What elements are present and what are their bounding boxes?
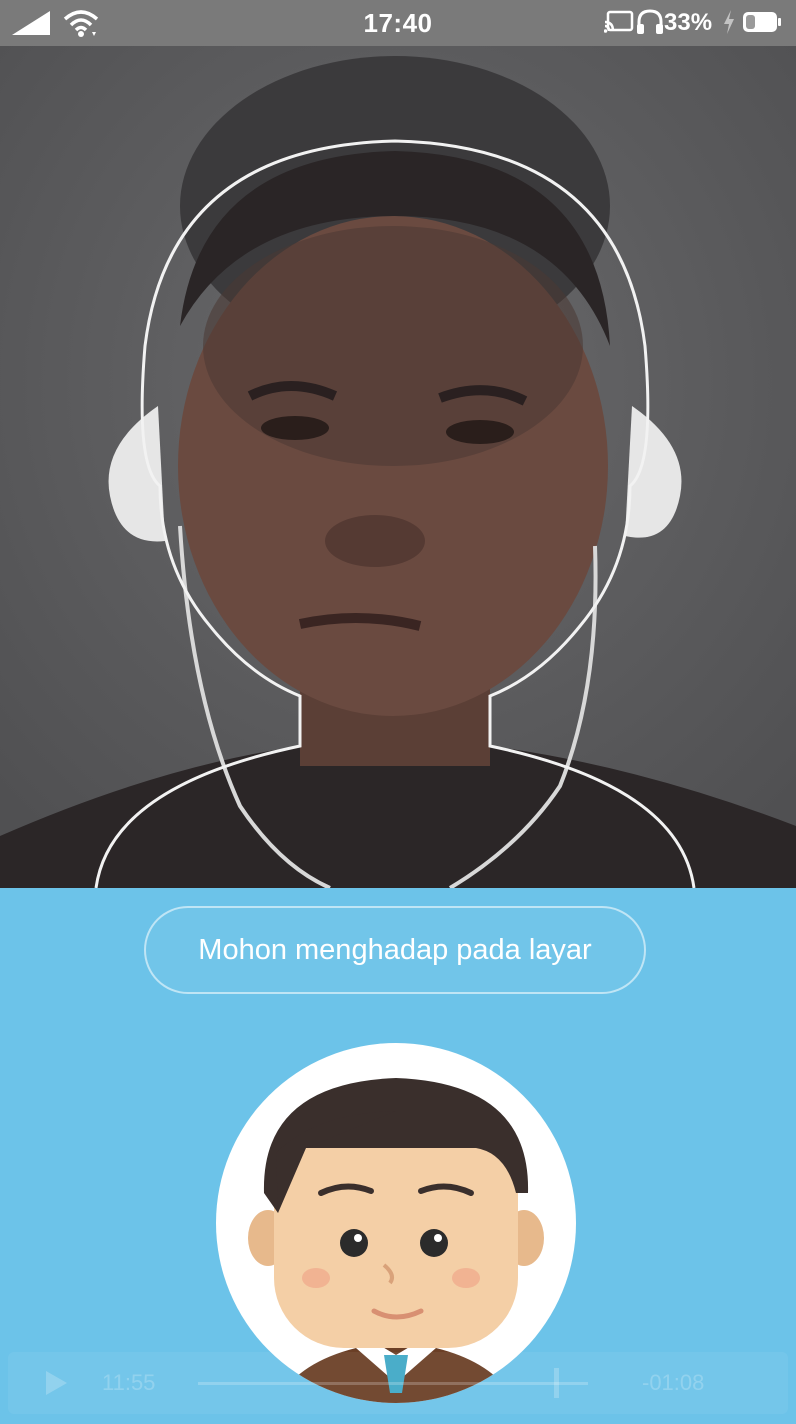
battery-percent: 33% [664, 9, 713, 36]
video-player-controls[interactable]: 11:55 -01:08 [8, 1352, 788, 1414]
instruction-panel: Mohon menghadap pada layar [0, 888, 796, 1424]
remaining-time: -01:08 [642, 1370, 705, 1395]
cast-icon [603, 10, 634, 39]
seek-thumb[interactable] [554, 1368, 560, 1398]
camera-preview [0, 46, 796, 888]
seek-track[interactable] [198, 1382, 588, 1385]
charging-icon [722, 9, 736, 40]
battery-icon [742, 10, 782, 39]
play-icon[interactable] [44, 1370, 68, 1402]
elapsed-time: 11:55 [102, 1370, 156, 1395]
instruction-message: Mohon menghadap pada layar [144, 906, 646, 994]
status-bar: 17:40 33% [0, 0, 796, 46]
headphones-icon [636, 9, 664, 40]
cartoon-face-avatar [216, 1043, 576, 1403]
